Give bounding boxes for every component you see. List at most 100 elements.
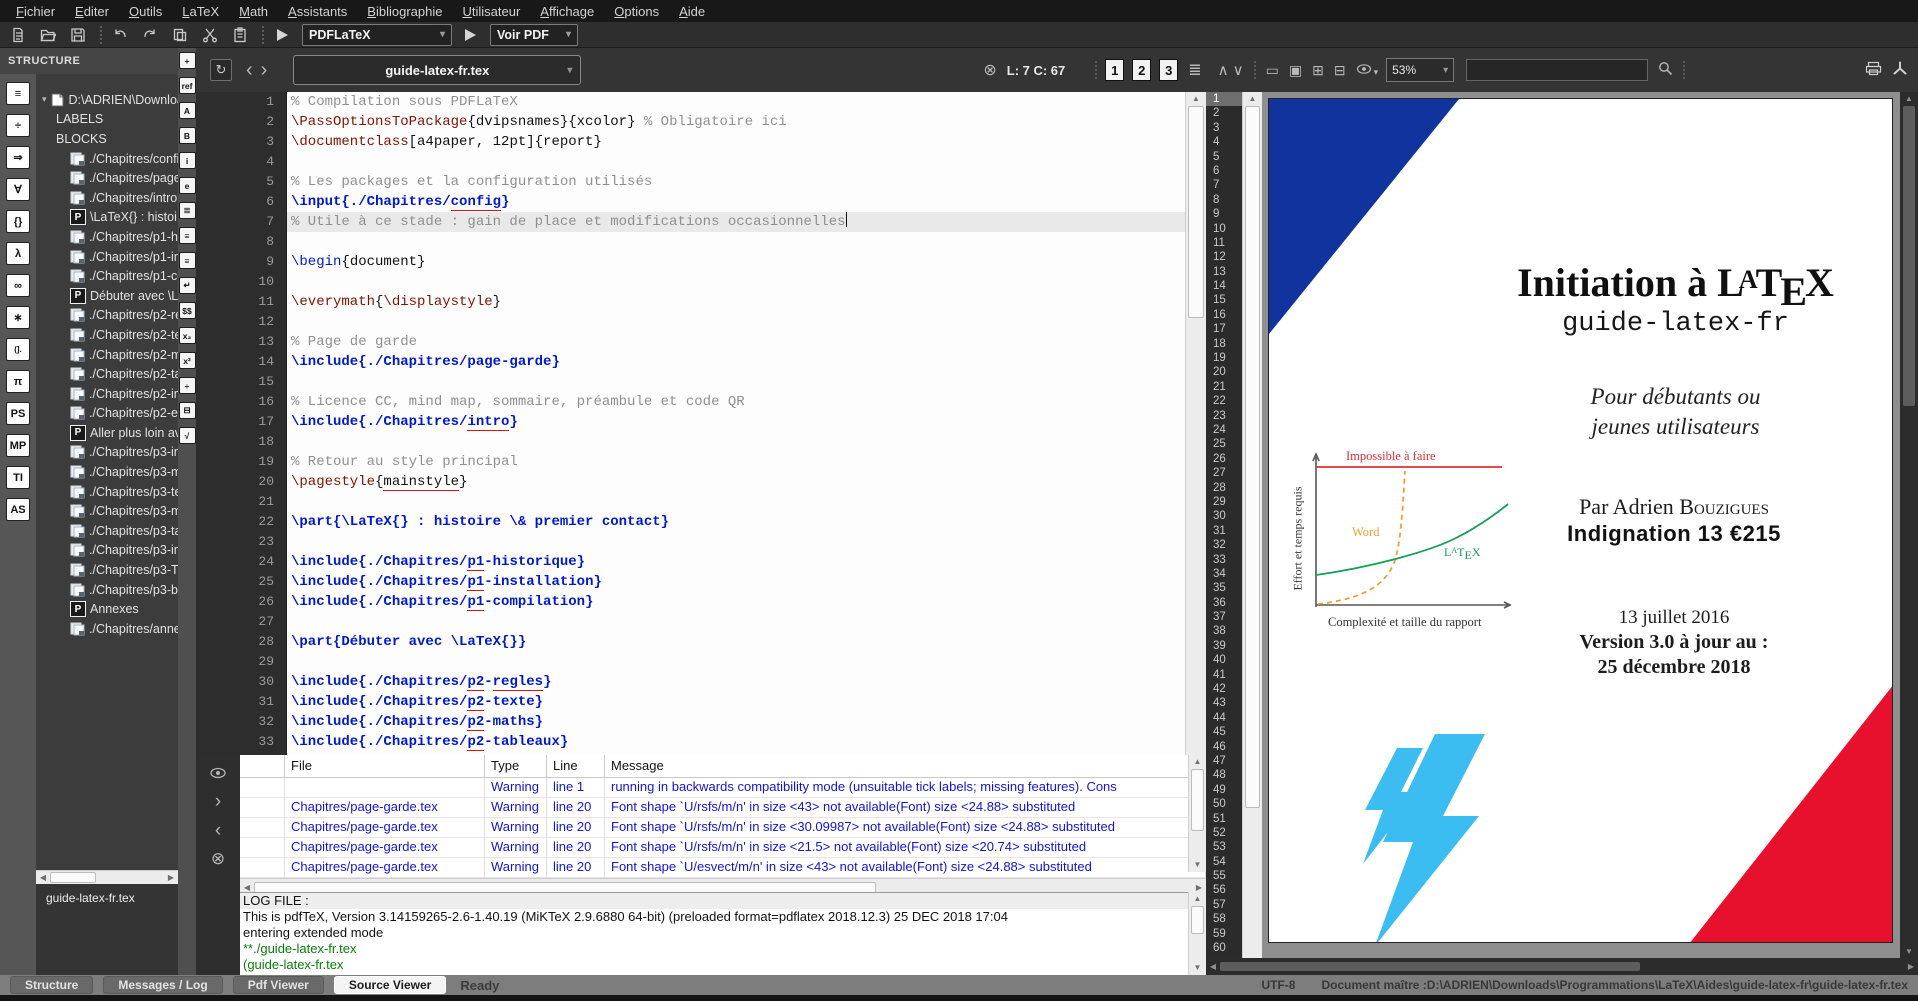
message-row[interactable]: Chapitres/page-garde.texWarningline 20Fo…	[240, 818, 1206, 838]
pdf-strip-line-50[interactable]: 50	[1206, 797, 1242, 811]
previous-document-icon[interactable]: ‹	[242, 60, 257, 80]
edit-tool-icon-2[interactable]: A	[179, 102, 196, 119]
panel-tab-source-viewer[interactable]: Source Viewer	[334, 976, 447, 994]
structure-item[interactable]: ./Chapitres/p3-int	[36, 443, 178, 463]
structure-item[interactable]: ./Chapitres/p3-tal	[36, 521, 178, 541]
tree-expand-icon[interactable]: ▾	[42, 94, 47, 105]
message-row[interactable]: Chapitres/page-garde.texWarningline 20Fo…	[240, 798, 1206, 818]
page-mode-2-button[interactable]: 2	[1132, 59, 1151, 81]
search-icon[interactable]	[1658, 61, 1673, 79]
pdf-strip-line-1[interactable]: 1	[1206, 92, 1242, 106]
structure-item[interactable]: ./Chapitres/p2-ma	[36, 345, 178, 365]
open-file-item[interactable]: guide-latex-fr.tex	[46, 891, 178, 905]
arrow-symbols-tab-icon[interactable]: ⇒	[6, 146, 30, 169]
structure-item[interactable]: PAnnexes	[36, 599, 178, 619]
structure-tab-icon[interactable]: ≡	[6, 82, 30, 105]
scroll-down-icon[interactable]: ▼	[1189, 858, 1206, 872]
scrollbar-thumb[interactable]	[1245, 106, 1260, 808]
pdf-strip-line-11[interactable]: 11	[1206, 236, 1242, 250]
structure-item[interactable]: ./Chapitres/p3-ma	[36, 501, 178, 521]
structure-item[interactable]: ./Chapitres/p1-co	[36, 266, 178, 286]
code-area[interactable]: % Compilation sous PDFLaTeX\PassOptionsT…	[287, 92, 1185, 755]
pdf-strip-line-52[interactable]: 52	[1206, 826, 1242, 840]
pdf-strip-line-2[interactable]: 2	[1206, 106, 1242, 120]
pdf-strip-line-24[interactable]: 24	[1206, 423, 1242, 437]
scroll-right-icon[interactable]: ▶	[1904, 962, 1918, 971]
edit-tool-icon-0[interactable]: +	[179, 52, 196, 69]
pdf-strip-line-35[interactable]: 35	[1206, 581, 1242, 595]
next-document-icon[interactable]: ›	[257, 60, 272, 80]
pdf-strip-line-47[interactable]: 47	[1206, 754, 1242, 768]
pdf-strip-line-28[interactable]: 28	[1206, 481, 1242, 495]
pstricks-tab-icon[interactable]: PS	[6, 402, 30, 425]
open-file-selector[interactable]: guide-latex-fr.tex ▾	[293, 55, 581, 85]
structure-item[interactable]: ./Chapitres/p2-im	[36, 384, 178, 404]
edit-tool-icon-8[interactable]: ≡	[179, 252, 196, 269]
pdf-strip-line-31[interactable]: 31	[1206, 524, 1242, 538]
menu-item-affichage[interactable]: Affichage	[530, 2, 604, 21]
structure-item[interactable]: BLOCKS	[36, 129, 178, 149]
scroll-up-icon[interactable]: ▲	[1243, 92, 1262, 106]
edit-tool-icon-3[interactable]: B	[179, 127, 196, 144]
structure-item[interactable]: ./Chapitres/p3-im	[36, 541, 178, 561]
message-row[interactable]: Chapitres/page-garde.texWarningline 20Fo…	[240, 838, 1206, 858]
save-button[interactable]	[66, 24, 90, 46]
pdf-strip-line-60[interactable]: 60	[1206, 941, 1242, 955]
column-header-type[interactable]: Type	[485, 755, 547, 777]
left-delimiters-tab-icon[interactable]: (].	[6, 338, 30, 361]
pdf-strip-line-41[interactable]: 41	[1206, 668, 1242, 682]
menu-item-aide[interactable]: Aide	[669, 2, 715, 21]
pdf-line-strip[interactable]: 1234567891011121314151617181920212223242…	[1206, 92, 1242, 958]
scroll-right-icon[interactable]: ▶	[164, 873, 178, 882]
menu-item-bibliographie[interactable]: Bibliographie	[357, 2, 452, 21]
structure-item[interactable]: ./Chapitres/p3-be	[36, 580, 178, 600]
pdf-strip-line-21[interactable]: 21	[1206, 380, 1242, 394]
pdf-strip-line-16[interactable]: 16	[1206, 308, 1242, 322]
structure-item[interactable]: ▾D:\ADRIEN\Download	[36, 90, 178, 110]
pdf-strip-line-57[interactable]: 57	[1206, 898, 1242, 912]
scroll-right-icon[interactable]: ▶	[1192, 883, 1206, 892]
misc-symbols-tab-icon[interactable]: ∞	[6, 274, 30, 297]
zoom-in-icon[interactable]: ⊞	[1312, 62, 1324, 79]
scroll-up-icon[interactable]: ▲	[1189, 892, 1206, 906]
pdf-strip-line-55[interactable]: 55	[1206, 869, 1242, 883]
structure-item[interactable]: ./Chapitres/p1-his	[36, 227, 178, 247]
structure-item[interactable]: ./Chapitres/p3-Tik	[36, 560, 178, 580]
tikz-tab-icon[interactable]: TI	[6, 466, 30, 489]
edit-tool-icon-6[interactable]: ≣	[179, 202, 196, 219]
editor-vertical-scrollbar[interactable]: ▲	[1185, 92, 1206, 755]
pdf-strip-line-39[interactable]: 39	[1206, 639, 1242, 653]
edit-tool-icon-10[interactable]: $$	[179, 302, 196, 319]
fit-page-icon[interactable]: ▣	[1289, 62, 1302, 79]
pdf-strip-line-7[interactable]: 7	[1206, 178, 1242, 192]
edit-tool-icon-9[interactable]: ↵	[179, 277, 196, 294]
pdf-vertical-scrollbar[interactable]: ▲ ▼	[1900, 92, 1918, 958]
structure-horizontal-scrollbar[interactable]: ◀ ▶	[36, 870, 178, 884]
copy-button[interactable]	[168, 24, 192, 46]
message-row[interactable]: Chapitres/page-garde.texWarningline 20Fo…	[240, 858, 1206, 878]
pdf-strip-line-13[interactable]: 13	[1206, 265, 1242, 279]
pdf-strip-line-9[interactable]: 9	[1206, 207, 1242, 221]
structure-item[interactable]: PAller plus loin ave	[36, 423, 178, 443]
misc-text-tab-icon[interactable]: ∗	[6, 306, 30, 329]
pdf-strip-line-34[interactable]: 34	[1206, 567, 1242, 581]
structure-item[interactable]: ./Chapitres/p3-te	[36, 482, 178, 502]
zoom-out-icon[interactable]: ⊟	[1334, 62, 1346, 79]
compile-command-select[interactable]: PDFLaTeX ▾	[302, 24, 452, 46]
strip-vertical-scrollbar[interactable]: ▲	[1242, 92, 1262, 958]
menu-item-options[interactable]: Options	[604, 2, 669, 21]
pdf-strip-line-23[interactable]: 23	[1206, 409, 1242, 423]
column-header-line[interactable]: Line	[547, 755, 605, 777]
structure-item[interactable]: P\LaTeX{} : histoi	[36, 208, 178, 228]
previous-error-icon[interactable]: ‹	[215, 821, 221, 840]
panel-tab-structure[interactable]: Structure	[10, 976, 93, 994]
column-header-message[interactable]: Message	[605, 755, 1206, 777]
previous-page-icon[interactable]: ∧	[1218, 61, 1229, 79]
scroll-up-icon[interactable]: ▲	[1900, 92, 1918, 106]
pdf-strip-line-15[interactable]: 15	[1206, 293, 1242, 307]
pdf-strip-line-53[interactable]: 53	[1206, 840, 1242, 854]
misc-math-tab-icon[interactable]: ∀	[6, 178, 30, 201]
international-tab-icon[interactable]: π	[6, 370, 30, 393]
edit-tool-icon-1[interactable]: ref	[179, 77, 196, 94]
pdf-strip-line-51[interactable]: 51	[1206, 812, 1242, 826]
